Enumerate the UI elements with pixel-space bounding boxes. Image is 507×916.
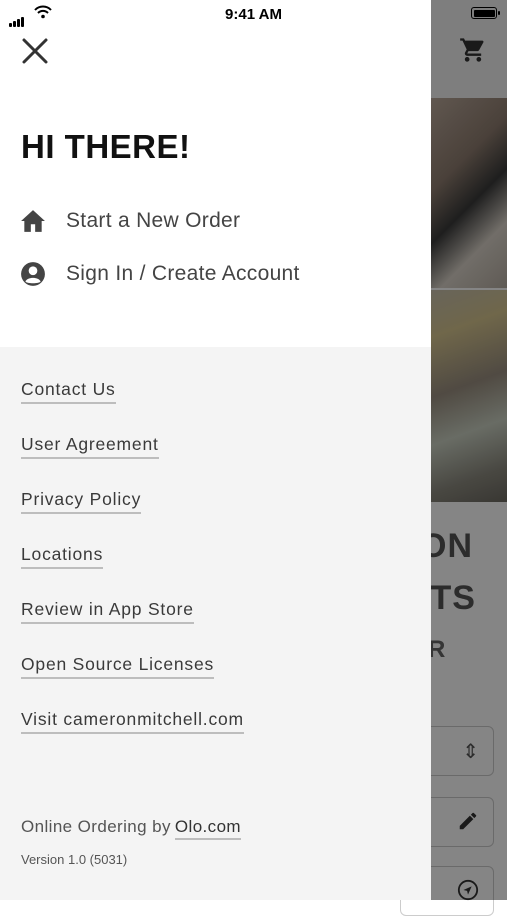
menu-item-label: Start a New Order [66, 209, 241, 232]
status-bar: 9:41 AM [0, 0, 507, 28]
home-icon [20, 208, 46, 234]
contact-us-link[interactable]: Contact Us [21, 379, 116, 404]
privacy-policy-link[interactable]: Privacy Policy [21, 489, 142, 514]
close-button[interactable] [20, 36, 50, 66]
locations-link[interactable]: Locations [21, 544, 104, 569]
olo-link[interactable]: Olo.com [174, 817, 241, 840]
side-drawer: HI THERE! Start a New Order Sign In / Cr… [0, 0, 431, 900]
start-new-order-button[interactable]: Start a New Order [20, 204, 410, 238]
status-time: 9:41 AM [225, 6, 282, 23]
drawer-header: HI THERE! Start a New Order Sign In / Cr… [0, 0, 431, 347]
battery-icon [471, 7, 500, 19]
online-ordering-footer: Online Ordering by Olo.com [21, 817, 241, 840]
website-link[interactable]: Visit cameronmitchell.com [21, 709, 244, 734]
account-circle-icon [20, 261, 46, 287]
greeting-heading: HI THERE! [21, 128, 191, 165]
close-icon [22, 38, 48, 64]
version-text: Version 1.0 (5031) [21, 852, 128, 867]
review-app-store-link[interactable]: Review in App Store [21, 599, 194, 624]
footer-prefix: Online Ordering by [21, 817, 171, 836]
sign-in-create-account-button[interactable]: Sign In / Create Account [20, 257, 410, 291]
menu-item-label: Sign In / Create Account [66, 262, 300, 285]
open-source-licenses-link[interactable]: Open Source Licenses [21, 654, 215, 679]
user-agreement-link[interactable]: User Agreement [21, 434, 159, 459]
